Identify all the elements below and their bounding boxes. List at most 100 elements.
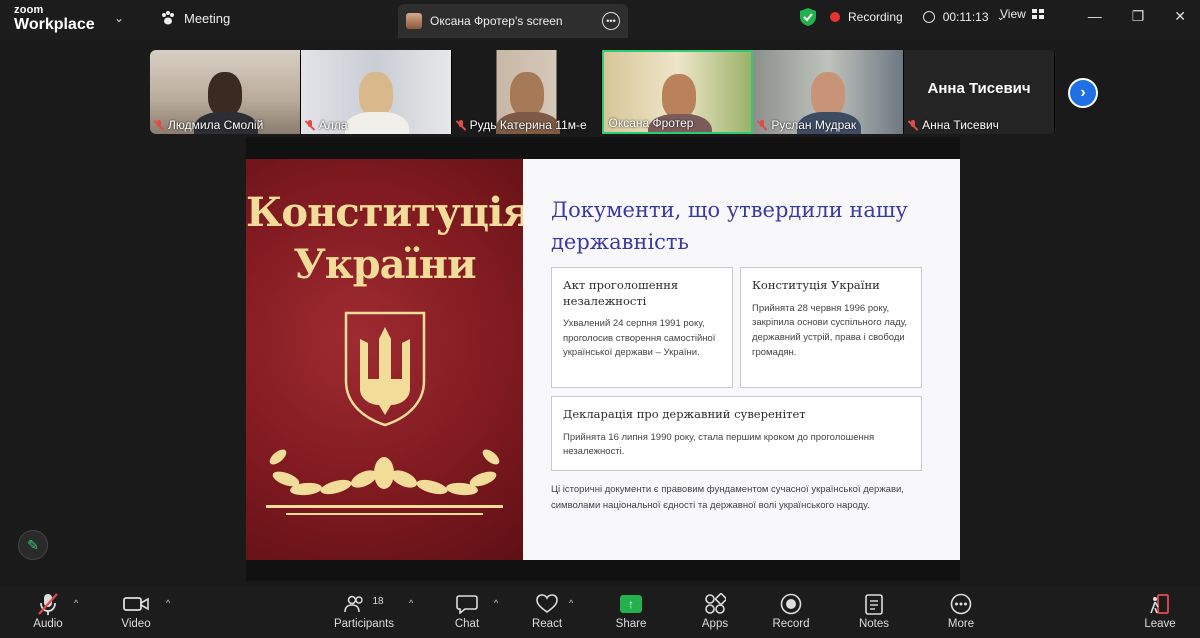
more-icon [950, 593, 972, 615]
view-label: View [1000, 7, 1026, 21]
camera-icon [123, 597, 149, 611]
top-bar: zoom Workplace ⌄ Meeting Оксана Фротер's… [0, 0, 1200, 40]
document-card: Декларація про державний суверенітет При… [551, 396, 922, 471]
participant-tile[interactable]: Алла [300, 50, 452, 134]
participants-button[interactable]: 18 Participants [328, 590, 400, 631]
recording-status[interactable]: Recording 00:11:13 ⌄ [800, 8, 1005, 26]
book-title-line1: Конституція [246, 189, 532, 236]
mic-muted-icon [154, 120, 164, 130]
annotate-pen-button[interactable]: ✎ [18, 530, 48, 560]
document-card: Конституція України Прийнята 28 червня 1… [740, 267, 922, 388]
slide-heading: Документи, що утвердили нашу державність [551, 198, 908, 254]
screen-share-tab[interactable]: Оксана Фротер's screen ••• [398, 4, 628, 38]
screen-tab-label: Оксана Фротер's screen [430, 14, 563, 28]
next-page-button[interactable]: › [1068, 78, 1098, 108]
slide-book-cover: Конституція України [246, 159, 532, 560]
card-body: Ухвалений 24 серпня 1991 року, проголоси… [563, 318, 716, 359]
participant-tile[interactable]: Людмила Смолій [150, 50, 301, 134]
clock-icon [922, 11, 935, 23]
participant-name: Оксана Фротер [608, 116, 694, 130]
participant-tile[interactable]: Руслан Мудрак [753, 50, 905, 134]
participant-strip: Людмила Смолій Алла Рудь Катерина 11м-е … [150, 50, 1055, 134]
audio-options-chevron-icon[interactable]: ^ [74, 598, 78, 608]
participant-name: Анна Тисевич [908, 118, 1052, 132]
chat-label: Chat [454, 618, 480, 630]
slide-content: Документи, що утвердили нашу державність… [523, 159, 960, 560]
participant-name: Руслан Мудрак [757, 118, 901, 132]
mic-muted-icon [38, 593, 58, 615]
notes-button[interactable]: Notes [839, 590, 909, 630]
trident-emblem-icon [344, 311, 426, 427]
participant-tile-active[interactable]: Оксана Фротер [602, 50, 754, 134]
chevron-down-icon[interactable]: ⌄ [114, 11, 124, 25]
apps-icon [705, 593, 726, 614]
audio-button[interactable]: Audio [13, 590, 83, 630]
leave-label: Leave [1144, 618, 1176, 630]
leave-icon [1150, 594, 1169, 614]
book-title-line2: України [293, 241, 476, 288]
shield-check-icon [800, 8, 816, 26]
apps-button[interactable]: Apps [680, 590, 750, 630]
mic-muted-icon [908, 120, 918, 130]
meeting-label: Meeting [184, 10, 231, 26]
restore-icon[interactable]: ❐ [1132, 8, 1145, 25]
chat-button[interactable]: Chat [432, 590, 502, 630]
participant-name: Алла [305, 118, 449, 132]
card-title: Акт проголошення незалежності [563, 278, 679, 308]
leave-button[interactable]: Leave [1125, 590, 1195, 630]
meeting-tab[interactable]: Meeting [160, 10, 230, 26]
record-icon [780, 593, 802, 615]
video-button[interactable]: Video [101, 590, 171, 630]
presenter-avatar [406, 13, 422, 29]
participant-name: Рудь Катерина 11м-е [456, 118, 600, 132]
recording-label: Recording [848, 10, 903, 24]
mic-muted-icon [757, 120, 767, 130]
recording-dot-icon [830, 12, 840, 22]
share-screen-icon: ↑ [620, 595, 642, 613]
shared-screen[interactable]: Конституція України Документи, що утверд… [246, 137, 960, 581]
chat-options-chevron-icon[interactable]: ^ [494, 598, 498, 608]
logo-line2: Workplace [14, 16, 95, 33]
card-title: Конституція України [752, 278, 880, 292]
window-controls: — ❐ ✕ [1088, 8, 1186, 25]
share-label: Share [615, 618, 647, 630]
card-title: Декларація про державний суверенітет [563, 407, 806, 421]
share-button[interactable]: ↑ Share [596, 590, 666, 630]
document-card: Акт проголошення незалежності Ухвалений … [551, 267, 733, 388]
view-button[interactable]: View [1000, 7, 1044, 21]
mic-muted-icon [456, 120, 466, 130]
card-body: Прийнята 28 червня 1996 року, закріпила … [752, 302, 908, 358]
apps-label: Apps [701, 618, 729, 630]
heart-icon [536, 594, 558, 613]
minimize-icon[interactable]: — [1088, 8, 1102, 25]
close-icon[interactable]: ✕ [1174, 8, 1186, 25]
paw-icon [162, 11, 174, 25]
more-options-icon[interactable]: ••• [602, 12, 620, 30]
record-label: Record [772, 618, 810, 630]
chat-icon [456, 595, 478, 614]
card-body: Прийнята 16 липня 1990 року, стала перши… [563, 431, 875, 458]
notes-icon [865, 594, 883, 615]
more-label: More [947, 618, 975, 630]
participants-count: 18 [372, 595, 384, 607]
record-button[interactable]: Record [756, 590, 826, 630]
pen-icon: ✎ [27, 536, 39, 553]
grid-icon [1031, 9, 1044, 19]
people-icon [344, 595, 364, 613]
chevron-right-icon: › [1080, 84, 1086, 101]
participant-tile[interactable]: Анна Тисевич Анна Тисевич [904, 50, 1055, 134]
logo-line1: zoom [14, 4, 44, 16]
react-button[interactable]: React [512, 590, 582, 630]
audio-label: Audio [33, 618, 63, 630]
participant-tile[interactable]: Рудь Катерина 11м-е [451, 50, 603, 134]
participants-options-chevron-icon[interactable]: ^ [409, 598, 413, 608]
video-options-chevron-icon[interactable]: ^ [166, 598, 170, 608]
participants-label: Participants [333, 618, 395, 630]
notes-label: Notes [858, 618, 890, 630]
react-options-chevron-icon[interactable]: ^ [569, 598, 573, 608]
slide-footer-text: Ці історичні документи є правовим фундам… [551, 484, 904, 511]
more-button[interactable]: More [926, 590, 996, 630]
mic-muted-icon [305, 120, 315, 130]
meeting-toolbar: Audio ^ Video ^ 18 Participants ^ Chat ^… [0, 586, 1200, 638]
app-logo: zoom Workplace [14, 5, 95, 33]
